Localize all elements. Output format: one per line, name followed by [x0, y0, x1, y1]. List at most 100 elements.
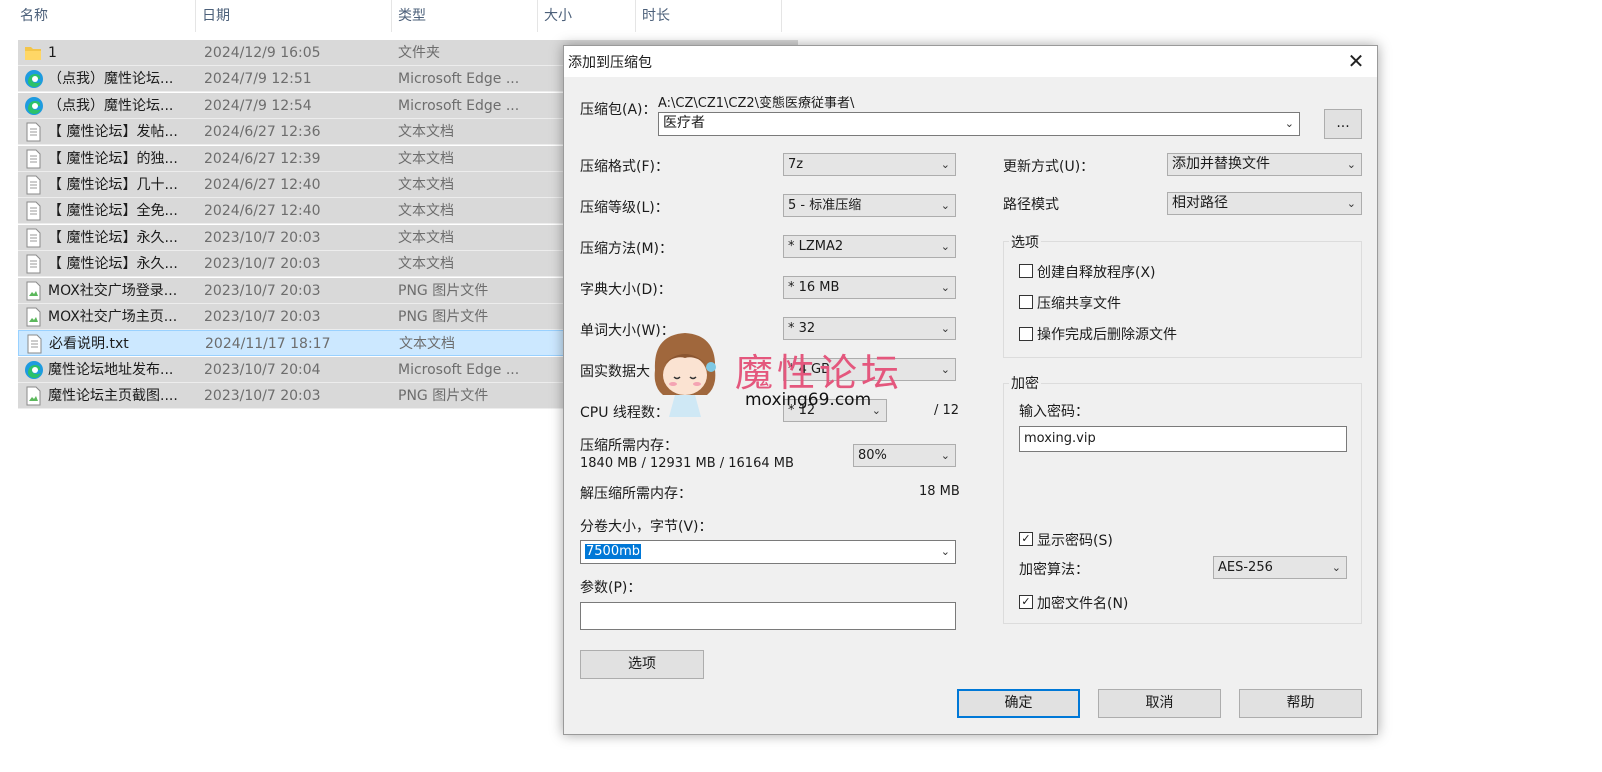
archive-path: A:\CZ\CZ1\CZ2\变態医療従事者\: [658, 96, 855, 111]
file-name: 【 魔性论坛】几十...: [48, 177, 178, 193]
path-mode-label: 路径模式: [1003, 197, 1059, 213]
dict-label: 字典大小(D)：: [580, 282, 672, 298]
column-header-type[interactable]: 类型: [394, 0, 538, 32]
path-mode-select[interactable]: 相对路径 ⌄: [1167, 192, 1362, 215]
chevron-down-icon: ⌄: [940, 281, 950, 294]
file-name: 【 魔性论坛】永久...: [48, 256, 178, 273]
text-file-icon: [24, 149, 42, 169]
format-value: 7z: [788, 157, 804, 172]
file-list-header: 名称 ^ 日期 类型 大小 时长: [0, 0, 800, 32]
close-icon[interactable]: ✕: [1341, 46, 1371, 77]
shared-files-checkbox[interactable]: [1019, 295, 1033, 309]
password-input[interactable]: moxing.vip: [1019, 426, 1347, 452]
level-label: 压缩等级(L)：: [580, 200, 669, 216]
text-file-icon: [24, 254, 42, 274]
dict-value: * 16 MB: [788, 280, 840, 295]
help-button[interactable]: 帮助: [1239, 689, 1362, 718]
threads-max: / 12: [934, 403, 960, 418]
edge-icon: [24, 96, 43, 116]
dialog-titlebar: 添加到压缩包 ✕: [564, 46, 1377, 77]
file-type: Microsoft Edge ...: [398, 71, 520, 88]
params-input[interactable]: [580, 602, 956, 630]
password-label: 输入密码：: [1019, 404, 1089, 420]
encryption-method-select[interactable]: AES-256 ⌄: [1213, 556, 1347, 579]
column-header-name[interactable]: 名称: [16, 0, 196, 32]
level-select[interactable]: 5 - 标准压缩 ⌄: [783, 194, 956, 217]
file-date: 2024/7/9 12:54: [204, 97, 312, 114]
text-file-icon: [24, 201, 42, 221]
image-file-icon: [24, 307, 42, 327]
file-name: 魔性论坛主页截图....: [48, 388, 178, 405]
file-name: 【 魔性论坛】的独...: [48, 150, 178, 167]
method-label: 压缩方法(M)：: [580, 241, 674, 257]
encryption-method-value: AES-256: [1218, 560, 1273, 575]
archive-name-combo[interactable]: 医疗者 ⌄: [658, 112, 1300, 136]
file-date: 2024/11/17 18:17: [205, 336, 331, 353]
column-header-date[interactable]: 日期: [198, 0, 392, 32]
delete-after-checkbox[interactable]: [1019, 327, 1033, 341]
file-date: 2024/7/9 12:51: [204, 71, 312, 88]
format-select[interactable]: 7z ⌄: [783, 153, 956, 176]
file-name: 【 魔性论坛】发帖...: [48, 124, 178, 141]
options-button[interactable]: 选项: [580, 650, 704, 679]
edge-icon: [24, 69, 43, 89]
word-select[interactable]: * 32 ⌄: [783, 317, 956, 340]
ok-button[interactable]: 确定: [957, 689, 1080, 718]
browse-button[interactable]: ...: [1324, 109, 1362, 139]
decompress-memory-value: 18 MB: [919, 484, 960, 499]
cancel-button[interactable]: 取消: [1098, 689, 1221, 718]
dict-select[interactable]: * 16 MB ⌄: [783, 276, 956, 299]
file-type: 文本文档: [398, 124, 454, 141]
file-date: 2023/10/7 20:03: [204, 309, 321, 325]
column-header-duration[interactable]: 时长: [638, 0, 782, 32]
file-name: （点我）魔性论坛...: [48, 71, 174, 88]
update-mode-value: 添加并替换文件: [1172, 156, 1270, 172]
split-size-combo[interactable]: 7500mb ⌄: [580, 540, 956, 564]
sfx-label: 创建自释放程序(X): [1037, 265, 1156, 281]
chevron-down-icon: ⌄: [940, 363, 950, 376]
shared-files-label: 压缩共享文件: [1037, 296, 1121, 312]
file-type: PNG 图片文件: [398, 388, 489, 405]
chevron-down-icon: ⌄: [940, 322, 950, 335]
file-name: 1: [48, 45, 57, 61]
update-mode-select[interactable]: 添加并替换文件 ⌄: [1167, 153, 1362, 176]
file-type: 文本文档: [398, 177, 454, 193]
chevron-down-icon: ⌄: [940, 240, 950, 253]
chevron-down-icon: ⌄: [940, 545, 950, 558]
text-file-icon: [24, 175, 42, 195]
encrypt-names-checkbox[interactable]: ✓: [1019, 595, 1033, 609]
folder-icon: [24, 43, 42, 63]
chevron-down-icon: ⌄: [940, 158, 950, 171]
encryption-method-label: 加密算法：: [1019, 562, 1089, 578]
text-file-icon: [25, 334, 43, 354]
show-password-checkbox[interactable]: ✓: [1019, 532, 1033, 546]
split-label: 分卷大小，字节(V)：: [580, 519, 713, 535]
level-value: 5 - 标准压缩: [788, 198, 862, 213]
delete-after-label: 操作完成后删除源文件: [1037, 327, 1177, 343]
chevron-down-icon: ⌄: [940, 449, 950, 462]
file-name: 【 魔性论坛】永久...: [48, 229, 178, 246]
watermark-url: moxing69.com: [745, 390, 872, 410]
chevron-down-icon: ⌄: [1346, 158, 1356, 171]
sfx-checkbox[interactable]: [1019, 264, 1033, 278]
memory-label: 压缩所需内存：: [580, 438, 678, 454]
file-type: 文本文档: [398, 229, 454, 246]
watermark-text: 魔性论坛: [735, 351, 904, 395]
file-date: 2024/6/27 12:39: [204, 150, 321, 167]
image-file-icon: [24, 281, 42, 301]
archive-label: 压缩包(A)：: [580, 102, 657, 118]
file-date: 2023/10/7 20:03: [204, 229, 321, 246]
chevron-down-icon: ⌄: [871, 404, 881, 417]
file-type: 文本文档: [398, 256, 454, 273]
file-date: 2023/10/7 20:04: [204, 361, 321, 378]
file-date: 2024/6/27 12:36: [204, 124, 321, 141]
memory-percent-select[interactable]: 80% ⌄: [853, 444, 956, 467]
column-header-size[interactable]: 大小: [540, 0, 636, 32]
image-file-icon: [24, 386, 42, 406]
mascot-girl-icon: [654, 333, 716, 417]
method-select[interactable]: * LZMA2 ⌄: [783, 235, 956, 258]
file-name: 必看说明.txt: [49, 336, 129, 353]
file-type: PNG 图片文件: [398, 309, 489, 325]
file-type: 文本文档: [398, 150, 454, 167]
file-type: PNG 图片文件: [398, 282, 489, 299]
